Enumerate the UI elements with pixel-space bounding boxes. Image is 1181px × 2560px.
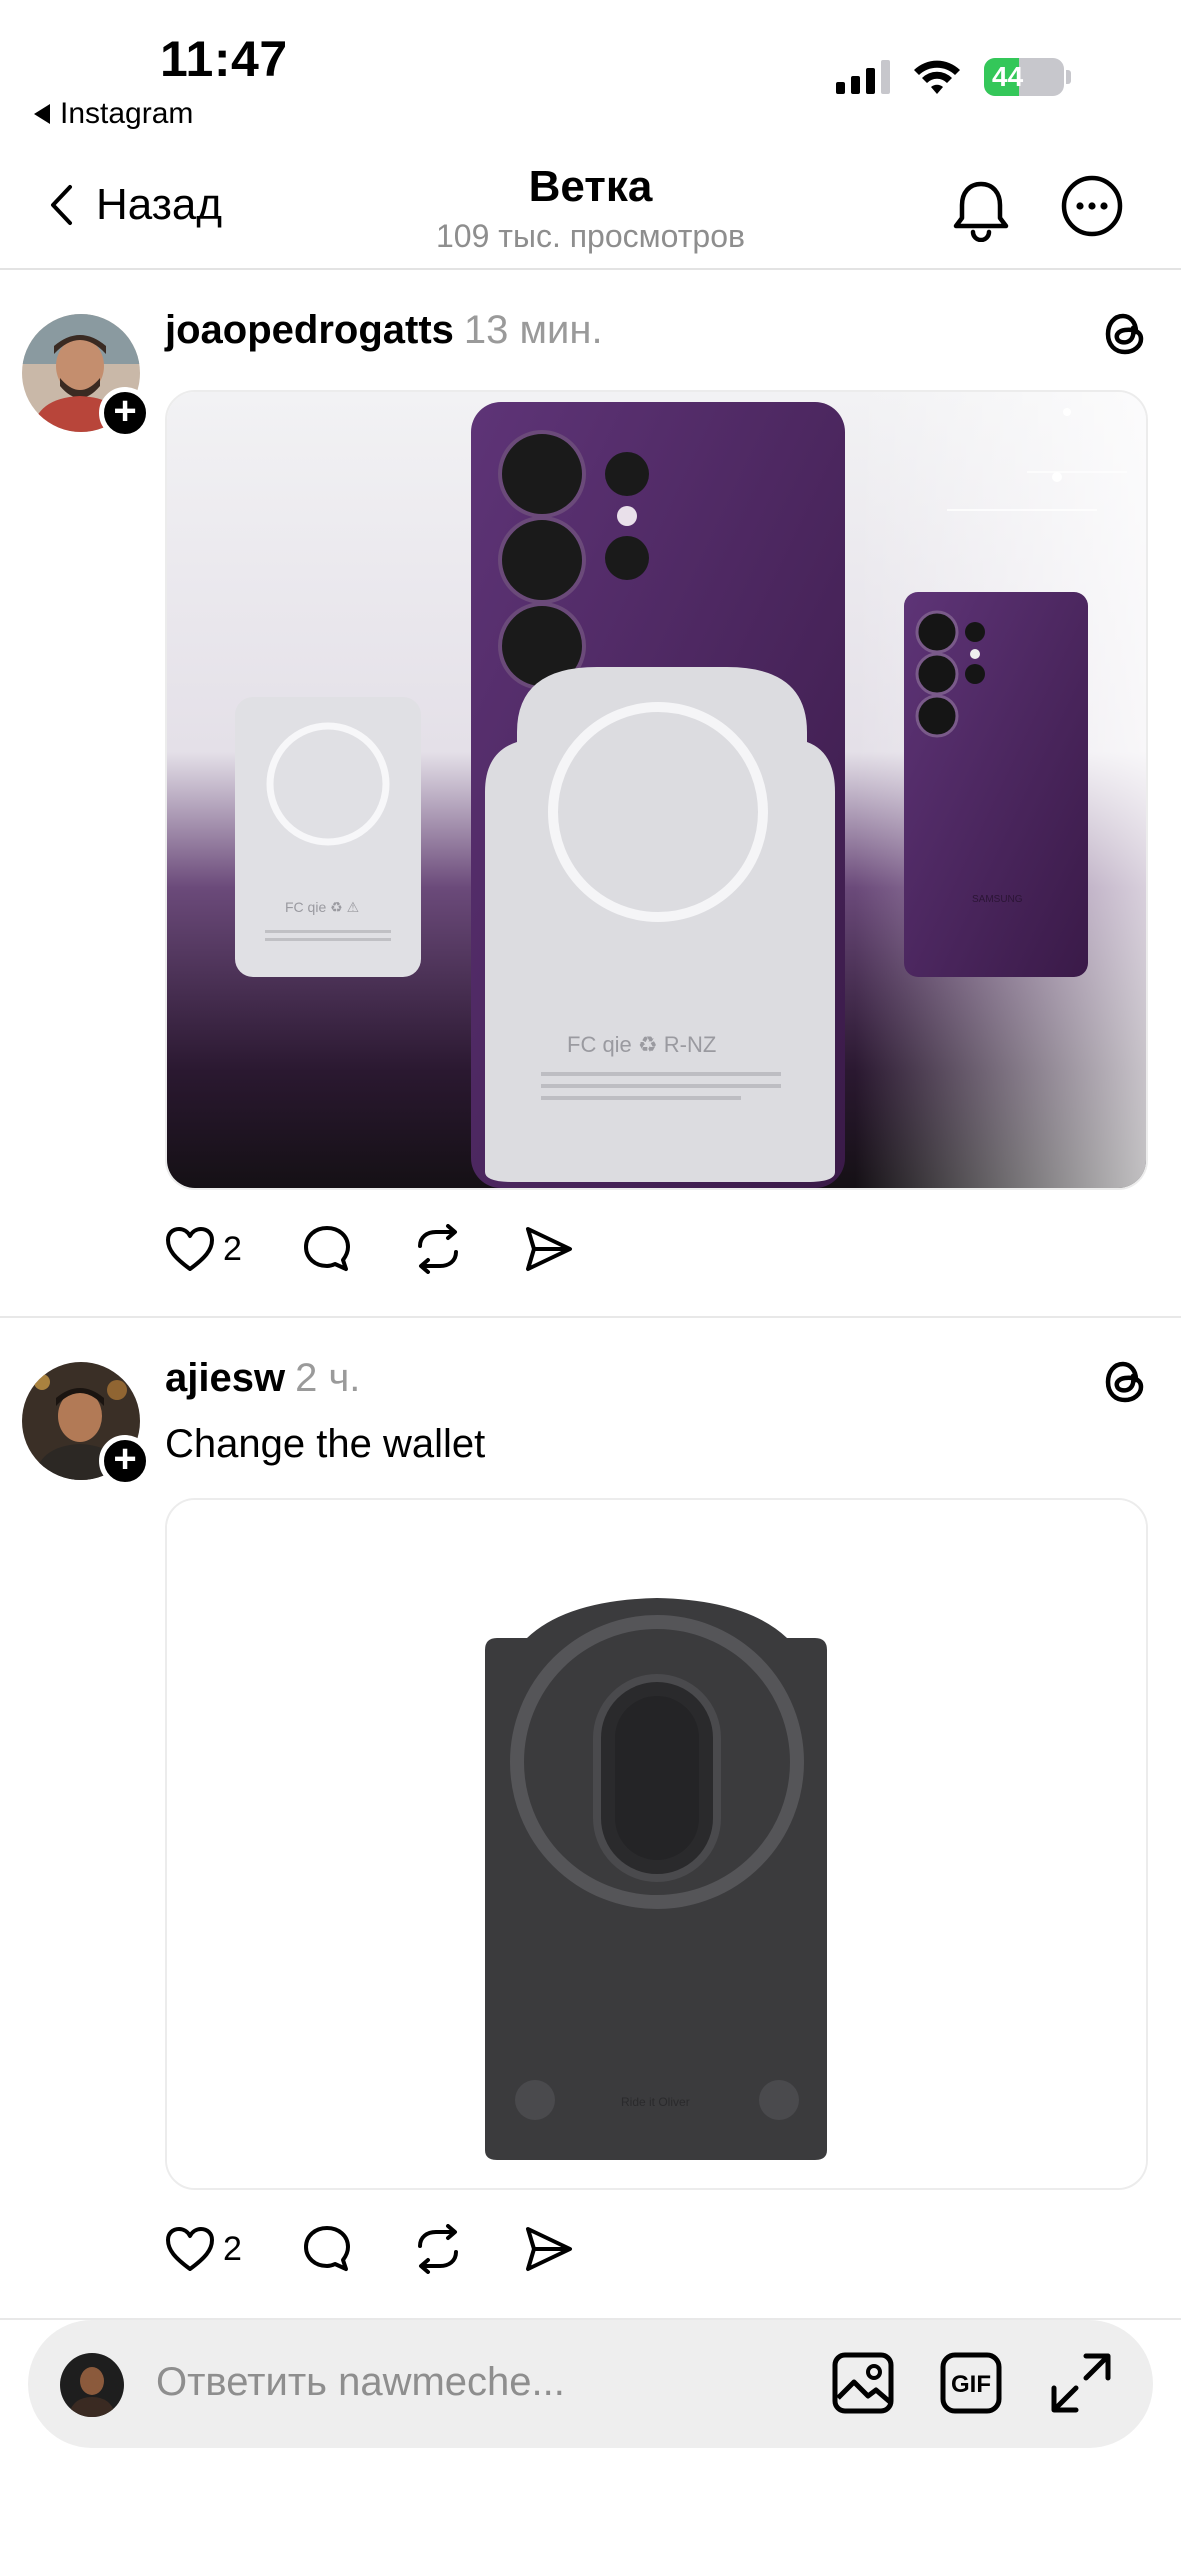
follow-plus-button[interactable]: + [99,1435,151,1487]
username[interactable]: joaopedrogatts [165,308,454,352]
follow-plus-button[interactable]: + [99,387,151,439]
post-image[interactable]: Ride it Oliver [165,1498,1148,2190]
battery-level: 44 [992,61,1024,92]
share-button[interactable] [524,2225,574,2273]
back-triangle-icon [34,104,50,124]
image-icon[interactable] [830,2350,896,2416]
reply-bar[interactable]: Ответить nawmeche... GIF [28,2320,1153,2448]
post-actions: 2 [165,1224,634,1274]
repost-icon [417,2224,458,2274]
post-caption: Change the wallet [165,1422,486,1466]
post-time: 2 ч. [295,1356,361,1400]
back-to-app-link[interactable]: Instagram [34,97,193,131]
cellular-signal-icon [836,60,890,94]
navigation-bar: Назад Ветка 109 тыс. просмотров [0,140,1181,270]
heart-icon [166,2227,214,2271]
status-bar: 11:47 Instagram 44 [0,0,1181,140]
like-button[interactable]: 2 [165,1226,242,1272]
reply-area: Ответить nawmeche... GIF [0,2320,1181,2560]
thread-post: + ajiesw 2 ч. Change the wallet Ride it O… [0,1320,1181,2320]
comment-button[interactable] [302,1224,352,1274]
gif-icon[interactable]: GIF [938,2350,1004,2416]
like-button[interactable]: 2 [165,2226,242,2272]
post-actions: 2 [165,2224,634,2274]
post-meta: ajiesw 2 ч. [165,1356,360,1401]
avatar [60,2353,124,2417]
post-time: 13 мин. [463,308,603,352]
expand-icon[interactable] [1048,2350,1114,2416]
post-meta: joaopedrogatts 13 мин. [165,308,603,353]
heart-icon [166,1227,214,1271]
like-count: 2 [223,2229,242,2268]
svg-text:FC qie ♻ ⚠: FC qie ♻ ⚠ [285,899,359,915]
svg-text:FC qie ♻ R-NZ: FC qie ♻ R-NZ [567,1032,716,1057]
comment-button[interactable] [302,2224,352,2274]
svg-text:SAMSUNG: SAMSUNG [972,894,1023,905]
send-icon [525,2227,572,2271]
threads-logo-icon[interactable] [1103,1358,1147,1406]
like-count: 2 [223,1229,242,1268]
back-app-label: Instagram [60,97,194,130]
comment-icon [303,2226,350,2271]
reply-input[interactable]: Ответить nawmeche... [156,2360,565,2405]
comment-icon [303,1226,350,1271]
status-indicators: 44 [836,58,1071,96]
repost-button[interactable] [412,1224,464,1274]
thread-post: + joaopedrogatts 13 мин. FC qie ♻ R-NZ F… [0,272,1181,1318]
battery-icon: 44 [984,58,1064,96]
more-options-icon[interactable] [1060,174,1124,238]
repost-icon [417,1224,458,1274]
status-time: 11:47 [160,31,288,87]
svg-text:GIF: GIF [951,2371,991,2398]
repost-button[interactable] [412,2224,464,2274]
username[interactable]: ajiesw [165,1356,285,1400]
bell-icon[interactable] [950,178,1012,242]
post-image[interactable]: FC qie ♻ R-NZ FC qie ♻ ⚠ SAMSUNG [165,390,1148,1190]
svg-text:Ride it Oliver: Ride it Oliver [621,2095,690,2109]
wifi-icon [914,60,960,94]
send-icon [525,1227,572,1271]
share-button[interactable] [524,1225,574,1273]
threads-logo-icon[interactable] [1103,310,1147,358]
